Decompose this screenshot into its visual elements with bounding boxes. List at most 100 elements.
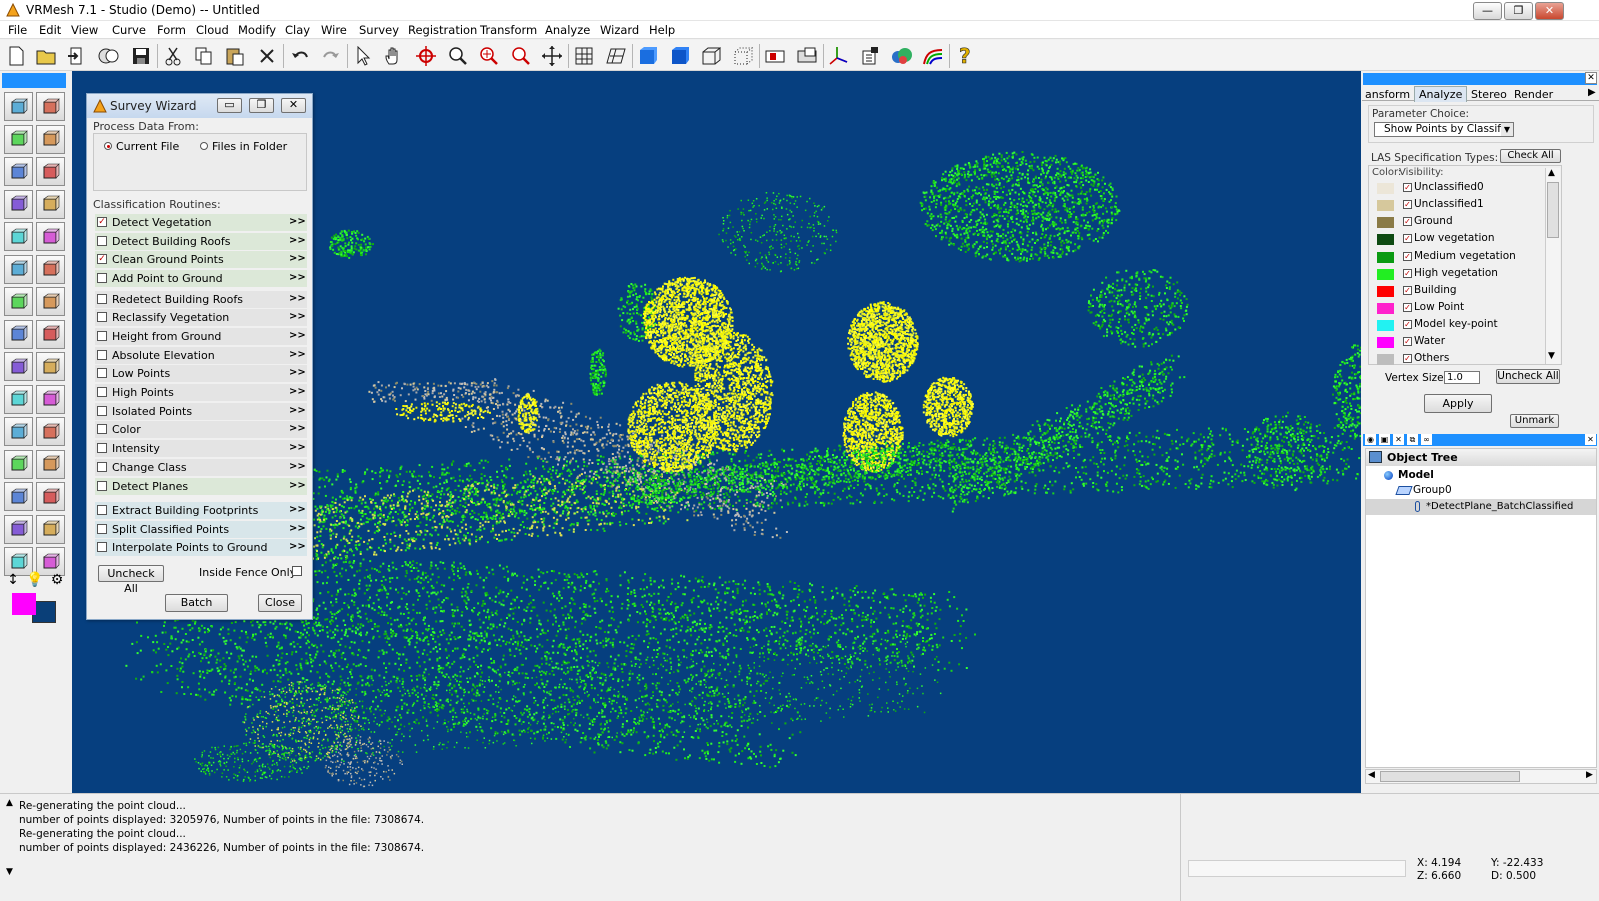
color-map-icon[interactable] xyxy=(4,482,33,511)
menu-registration[interactable]: Registration xyxy=(408,23,477,37)
routine-row[interactable]: Split Classified Points>> xyxy=(95,521,307,538)
routine-row[interactable]: Intensity>> xyxy=(95,440,307,457)
menu-modify[interactable]: Modify xyxy=(238,23,276,37)
shell-icon[interactable] xyxy=(4,352,33,381)
spline-icon[interactable] xyxy=(36,125,65,154)
class-color-swatch[interactable] xyxy=(1377,286,1394,297)
log-scroll-down-icon[interactable]: ▼ xyxy=(6,867,13,877)
routine-checkbox[interactable] xyxy=(97,273,107,283)
routine-row[interactable]: Change Class>> xyxy=(95,459,307,476)
class-color-swatch[interactable] xyxy=(1377,252,1394,263)
routine-row[interactable]: Interpolate Points to Ground>> xyxy=(95,539,307,556)
class-color-swatch[interactable] xyxy=(1377,337,1394,348)
uncheck-all-classes-button[interactable]: Uncheck All xyxy=(1496,369,1560,384)
routine-options-button[interactable]: >> xyxy=(289,253,306,264)
point-cube-icon[interactable] xyxy=(730,43,756,69)
grid-plane-icon[interactable] xyxy=(603,43,629,69)
shaded-cube-icon[interactable] xyxy=(635,43,661,69)
foreground-color-swatch[interactable] xyxy=(12,593,36,615)
routine-checkbox[interactable] xyxy=(97,524,107,534)
tab-render[interactable]: Render xyxy=(1514,88,1553,101)
scroll-up-icon[interactable]: ▲ xyxy=(1548,168,1555,178)
routine-checkbox[interactable] xyxy=(97,350,107,360)
help-icon[interactable]: ? xyxy=(952,43,978,69)
uncheck-all-button[interactable]: Uncheck All xyxy=(98,565,164,582)
analysis-icon[interactable] xyxy=(920,43,946,69)
class-color-swatch[interactable] xyxy=(1377,354,1394,365)
routine-options-button[interactable]: >> xyxy=(289,311,306,322)
routine-checkbox[interactable] xyxy=(97,481,107,491)
properties-icon[interactable] xyxy=(857,43,883,69)
freeform-icon[interactable] xyxy=(36,190,65,219)
tree-model[interactable]: Model xyxy=(1398,469,1434,481)
routine-row[interactable]: Color>> xyxy=(95,421,307,438)
apply-button[interactable]: Apply xyxy=(1424,394,1492,413)
cut-icon[interactable] xyxy=(160,43,186,69)
lock-icon[interactable]: ▣ xyxy=(1379,434,1390,445)
routine-options-button[interactable]: >> xyxy=(289,272,306,283)
axes-small-icon[interactable]: ↕ xyxy=(4,572,22,590)
new-file-icon[interactable] xyxy=(3,43,29,69)
select-arrow-icon[interactable] xyxy=(350,43,376,69)
export-icon[interactable] xyxy=(96,43,122,69)
routine-options-button[interactable]: >> xyxy=(289,423,306,434)
menu-transform[interactable]: Transform xyxy=(480,23,537,37)
routine-checkbox[interactable] xyxy=(97,236,107,246)
menu-curve[interactable]: Curve xyxy=(112,23,146,37)
class-color-swatch[interactable] xyxy=(1377,269,1394,280)
routine-options-button[interactable]: >> xyxy=(289,367,306,378)
scroll-left-icon[interactable]: ◀ xyxy=(1368,770,1375,780)
class-visibility-checkbox[interactable]: ✓ xyxy=(1403,217,1412,226)
component-icon[interactable] xyxy=(36,320,65,349)
routine-checkbox[interactable]: ✓ xyxy=(97,217,107,227)
scatter-icon[interactable] xyxy=(4,287,33,316)
check-all-button[interactable]: Check All xyxy=(1500,149,1561,163)
link-icon[interactable] xyxy=(36,417,65,446)
zoom-icon[interactable] xyxy=(445,43,471,69)
menu-clay[interactable]: Clay xyxy=(285,23,310,37)
routine-options-button[interactable]: >> xyxy=(289,541,306,552)
gear-small-icon[interactable]: ⚙ xyxy=(48,572,66,590)
tree-link-icon[interactable]: ∞ xyxy=(1421,434,1432,445)
routine-row[interactable]: Detect Building Roofs>> xyxy=(95,233,307,250)
redo-icon[interactable] xyxy=(318,43,344,69)
batch-button[interactable]: Batch xyxy=(165,594,228,612)
class-color-swatch[interactable] xyxy=(1377,303,1394,314)
zoom-window-icon[interactable] xyxy=(476,43,502,69)
routine-checkbox[interactable] xyxy=(97,387,107,397)
class-visibility-checkbox[interactable]: ✓ xyxy=(1403,303,1412,312)
sphere-icon[interactable] xyxy=(36,157,65,186)
routine-checkbox[interactable] xyxy=(97,368,107,378)
paint-icon[interactable] xyxy=(36,222,65,251)
class-visibility-checkbox[interactable]: ✓ xyxy=(1403,337,1412,346)
routine-checkbox[interactable]: ✓ xyxy=(97,254,107,264)
class-color-swatch[interactable] xyxy=(1377,320,1394,331)
import-icon[interactable] xyxy=(64,43,90,69)
classes-scrollbar[interactable]: ▲ ▼ xyxy=(1545,168,1560,364)
class-visibility-checkbox[interactable]: ✓ xyxy=(1403,183,1412,192)
edge-icon[interactable] xyxy=(36,515,65,544)
class-color-swatch[interactable] xyxy=(1377,217,1394,228)
routine-checkbox[interactable] xyxy=(97,294,107,304)
fill-icon[interactable] xyxy=(36,482,65,511)
smooth-icon[interactable] xyxy=(36,385,65,414)
routine-options-button[interactable]: >> xyxy=(289,293,306,304)
menu-wire[interactable]: Wire xyxy=(321,23,347,37)
routine-checkbox[interactable] xyxy=(97,312,107,322)
eye-icon[interactable]: ◉ xyxy=(1365,434,1376,445)
routine-row[interactable]: ✓Detect Vegetation>> xyxy=(95,214,307,231)
transform-icon[interactable] xyxy=(36,450,65,479)
open-folder-icon[interactable] xyxy=(33,43,59,69)
cloud-icon[interactable] xyxy=(889,43,915,69)
menu-analyze[interactable]: Analyze xyxy=(545,23,590,37)
scroll-down-icon[interactable]: ▼ xyxy=(1548,351,1555,361)
routine-options-button[interactable]: >> xyxy=(289,349,306,360)
menu-survey[interactable]: Survey xyxy=(359,23,399,37)
plane-section-icon[interactable] xyxy=(36,287,65,316)
rotate-icon[interactable] xyxy=(413,43,439,69)
undo-icon[interactable] xyxy=(287,43,313,69)
tab-analyze[interactable]: Analyze xyxy=(1414,86,1467,102)
draw-curve-icon[interactable] xyxy=(4,125,33,154)
globe-icon[interactable] xyxy=(4,320,33,349)
hscroll-thumb[interactable] xyxy=(1380,771,1520,782)
